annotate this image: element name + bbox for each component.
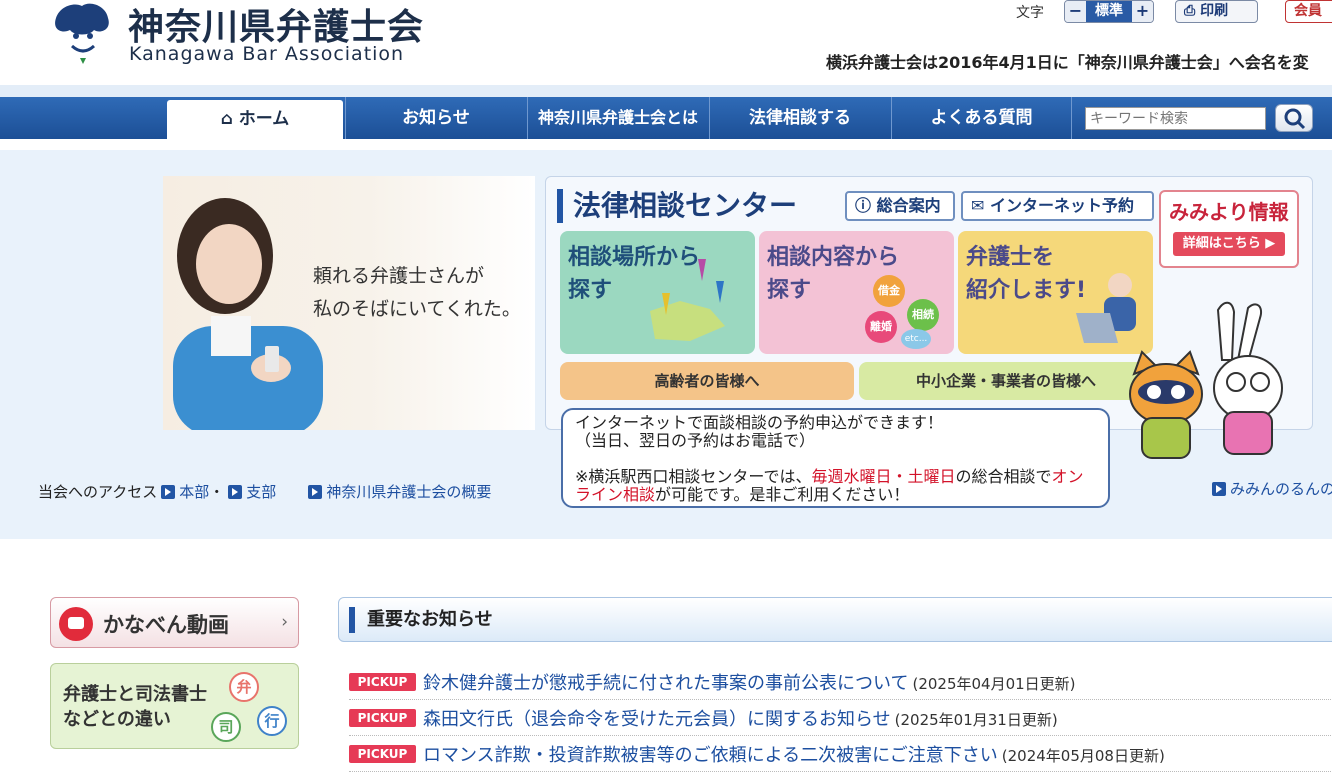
info-box[interactable]: みみより情報 詳細はこちら ▶	[1159, 190, 1299, 268]
bubble-online-part-3: が可能です。是非ご利用ください！	[655, 485, 910, 504]
nav-about[interactable]: 神奈川県弁護士会とは	[527, 97, 708, 139]
nav-home-label: ホーム	[238, 109, 290, 129]
arrow-icon	[308, 485, 323, 499]
notice-title-link[interactable]: 森田文行氏（退会命令を受けた元会員）に関するお知らせ (2025年01月31日更新…	[423, 705, 1058, 731]
arrow-icon	[1212, 482, 1226, 496]
notice-item[interactable]: PICKUP 森田文行氏（退会命令を受けた元会員）に関するお知らせ (2025年0…	[349, 702, 1332, 736]
overview-link[interactable]: 神奈川県弁護士会の概要	[326, 483, 491, 501]
bubble-online-part-1: ※横浜駅西口相談センターでは、	[575, 467, 812, 486]
bubble-line-2: （当日、翌日の予約はお電話で）	[575, 431, 816, 450]
kanaben-video-button[interactable]: かなべん動画 ›	[50, 597, 299, 648]
access-links: 当会へのアクセス 本部・ 支部 神奈川県弁護士会の概要	[38, 481, 491, 502]
lawyer-difference-label: 弁護士と司法書士 などとの違い	[63, 682, 207, 732]
bubble-online-part-2: の総合相談で	[955, 467, 1052, 486]
notice-date: (2025年04月01日更新)	[912, 675, 1076, 693]
nav-consult[interactable]: 法律相談する	[709, 97, 890, 139]
mark-admin-icon: 行	[257, 706, 287, 736]
mimin-link[interactable]: みみんのるんの	[1230, 480, 1332, 498]
caption-line-1: 頼れる弁護士さんが	[313, 265, 485, 287]
tile-introduce-lawyer[interactable]: 弁護士を 紹介します!	[958, 231, 1153, 354]
site-header: 神奈川県弁護士会 Kanagawa Bar Association 文字 − 標…	[0, 0, 1332, 90]
internet-reservation-label: インターネット予約	[989, 196, 1134, 215]
bubble-line-1: インターネットで面談相談の予約申込ができます！	[575, 413, 944, 432]
nav-news[interactable]: お知らせ	[345, 97, 526, 139]
access-label: 当会へのアクセス	[38, 483, 158, 501]
access-shibu-link[interactable]: 支部	[246, 483, 276, 501]
arrow-icon	[161, 485, 176, 499]
access-honbu-link[interactable]: 本部	[179, 483, 209, 501]
diff-line-2: などとの違い	[63, 709, 171, 730]
notice-title-text: 鈴木健弁護士が懲戒手続に付された事案の事前公表について	[423, 673, 909, 694]
tag-inheritance: 相続	[907, 299, 939, 331]
hero-photo: 頼れる弁護士さんが 私のそばにいてくれた。	[163, 176, 535, 430]
consultation-center-title[interactable]: 法律相談センター	[557, 189, 797, 223]
lawyer-laptop-icon	[1076, 273, 1136, 343]
logo-english[interactable]: Kanagawa Bar Association	[129, 43, 404, 65]
access-separator: ・	[209, 483, 225, 501]
pickup-badge: PICKUP	[349, 709, 416, 727]
mascot-characters	[1129, 301, 1283, 459]
font-standard-button[interactable]: 標準	[1086, 1, 1132, 22]
bubble-online-text: ※横浜駅西口相談センターでは、毎週水曜日・土曜日の総合相談でオンライン相談が可能…	[575, 468, 1096, 504]
kanaben-video-label: かなべん動画	[103, 613, 229, 637]
tag-debt: 借金	[873, 275, 905, 307]
notice-date: (2024年05月08日更新)	[1001, 747, 1165, 765]
map-icon	[650, 259, 725, 341]
font-decrease-button[interactable]: −	[1065, 1, 1086, 22]
logo-icon[interactable]	[50, 0, 114, 64]
pickup-badge: PICKUP	[349, 673, 416, 691]
business-link[interactable]: 中小企業・事業者の皆様へ	[859, 362, 1153, 400]
printer-icon: ⎙	[1184, 3, 1196, 19]
font-size-control: − 標準 +	[1064, 0, 1154, 23]
search-button[interactable]	[1275, 104, 1313, 132]
caption-line-2: 私のそばにいてくれた。	[313, 298, 521, 320]
chevron-right-icon: ›	[281, 612, 288, 632]
member-button[interactable]: 会員	[1285, 0, 1332, 23]
font-increase-button[interactable]: +	[1132, 1, 1153, 22]
notice-title-link[interactable]: ロマンス詐欺・投資詐欺被害等のご依頼による二次被害にご注意下さい (2024年05…	[423, 741, 1165, 767]
notice-date: (2025年01月31日更新)	[894, 711, 1058, 729]
hero-photo-caption: 頼れる弁護士さんが 私のそばにいてくれた。	[313, 260, 521, 326]
video-play-icon	[59, 607, 93, 641]
nav-top-strip	[0, 85, 1332, 97]
print-button[interactable]: ⎙ 印刷	[1175, 0, 1258, 23]
arrow-icon	[228, 485, 243, 499]
mark-lawyer-icon: 弁	[229, 672, 259, 702]
search-icon	[1284, 108, 1306, 130]
pickup-badge: PICKUP	[349, 745, 416, 763]
rename-notice: 横浜弁護士会は2016年4月1日に「神奈川県弁護士会」へ会名を変	[826, 53, 1309, 72]
print-label: 印刷	[1200, 3, 1229, 19]
notice-item[interactable]: PICKUP 鈴木健弁護士が懲戒手続に付された事案の事前公表について (2025年…	[349, 666, 1332, 700]
mark-scrivener-icon: 司	[211, 712, 241, 742]
notice-title-link[interactable]: 鈴木健弁護士が懲戒手続に付された事案の事前公表について (2025年04月01日更…	[423, 669, 1076, 695]
tile-search-location[interactable]: 相談場所から 探す	[560, 231, 755, 354]
important-notices-title: 重要なお知らせ	[349, 607, 493, 633]
tag-divorce: 離婚	[865, 311, 897, 343]
tile-content-line-1: 相談内容から	[767, 245, 900, 270]
elderly-link[interactable]: 高齢者の皆様へ	[560, 362, 854, 400]
info-icon: ⓘ	[855, 196, 872, 215]
bubble-online-days: 毎週水曜日・土曜日	[811, 467, 956, 486]
mimin-link-wrap: みみんのるんの	[1208, 478, 1332, 499]
internet-reservation-button[interactable]: ✉ インターネット予約	[961, 191, 1154, 221]
general-info-button[interactable]: ⓘ 総合案内	[845, 191, 955, 221]
chat-icon: ✉	[971, 196, 985, 215]
tile-search-content[interactable]: 相談内容から 探す 借金 相続 離婚 etc...	[759, 231, 954, 354]
important-notices-header: 重要なお知らせ	[338, 597, 1332, 642]
notice-title-text: ロマンス詐欺・投資詐欺被害等のご依頼による二次被害にご注意下さい	[423, 745, 998, 766]
reservation-notice-bubble: インターネットで面談相談の予約申込ができます！ （当日、翌日の予約はお電話で） …	[561, 408, 1110, 508]
nav-faq[interactable]: よくある質問	[891, 97, 1072, 139]
font-size-label: 文字	[1016, 5, 1044, 21]
home-icon: ⌂	[220, 109, 233, 129]
info-details-button[interactable]: 詳細はこちら ▶	[1173, 232, 1285, 256]
notice-title-text: 森田文行氏（退会命令を受けた元会員）に関するお知らせ	[423, 709, 891, 730]
general-info-label: 総合案内	[876, 196, 941, 215]
lawyer-difference-banner[interactable]: 弁護士と司法書士 などとの違い 弁 司 行	[50, 663, 299, 749]
tag-etc: etc...	[901, 329, 931, 349]
diff-line-1: 弁護士と司法書士	[63, 684, 207, 705]
notice-item[interactable]: PICKUP ロマンス詐欺・投資詐欺被害等のご依頼による二次被害にご注意下さい(…	[349, 738, 1332, 772]
search-input[interactable]	[1085, 107, 1266, 130]
nav-home[interactable]: ⌂ ホーム	[167, 100, 343, 139]
info-box-title: みみより情報	[1169, 200, 1289, 224]
